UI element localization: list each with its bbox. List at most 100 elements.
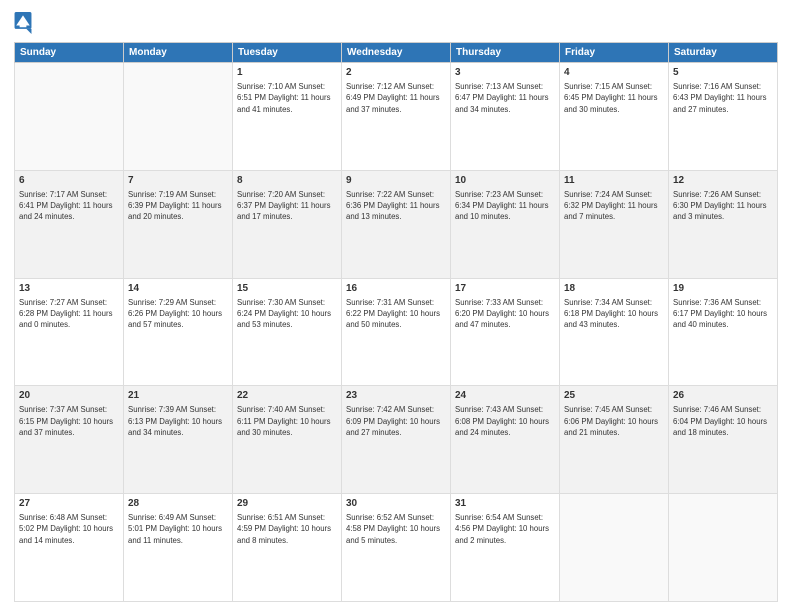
calendar-body: 1Sunrise: 7:10 AM Sunset: 6:51 PM Daylig… [15,63,778,602]
calendar-cell: 8Sunrise: 7:20 AM Sunset: 6:37 PM Daylig… [233,170,342,278]
day-number: 19 [673,282,773,296]
day-number: 21 [128,389,228,403]
day-info: Sunrise: 7:40 AM Sunset: 6:11 PM Dayligh… [237,404,337,438]
calendar-cell [124,63,233,171]
day-info: Sunrise: 7:10 AM Sunset: 6:51 PM Dayligh… [237,81,337,115]
day-info: Sunrise: 7:20 AM Sunset: 6:37 PM Dayligh… [237,189,337,223]
day-info: Sunrise: 6:52 AM Sunset: 4:58 PM Dayligh… [346,512,446,546]
calendar-cell: 15Sunrise: 7:30 AM Sunset: 6:24 PM Dayli… [233,278,342,386]
day-info: Sunrise: 7:30 AM Sunset: 6:24 PM Dayligh… [237,297,337,331]
calendar-cell: 1Sunrise: 7:10 AM Sunset: 6:51 PM Daylig… [233,63,342,171]
calendar-cell: 28Sunrise: 6:49 AM Sunset: 5:01 PM Dayli… [124,494,233,602]
day-info: Sunrise: 7:43 AM Sunset: 6:08 PM Dayligh… [455,404,555,438]
day-info: Sunrise: 7:16 AM Sunset: 6:43 PM Dayligh… [673,81,773,115]
day-info: Sunrise: 6:54 AM Sunset: 4:56 PM Dayligh… [455,512,555,546]
day-info: Sunrise: 7:12 AM Sunset: 6:49 PM Dayligh… [346,81,446,115]
day-number: 16 [346,282,446,296]
day-number: 17 [455,282,555,296]
calendar-cell: 2Sunrise: 7:12 AM Sunset: 6:49 PM Daylig… [342,63,451,171]
day-number: 1 [237,66,337,80]
weekday-header-wednesday: Wednesday [342,43,451,63]
day-info: Sunrise: 7:31 AM Sunset: 6:22 PM Dayligh… [346,297,446,331]
day-info: Sunrise: 7:23 AM Sunset: 6:34 PM Dayligh… [455,189,555,223]
day-number: 27 [19,497,119,511]
calendar-cell: 10Sunrise: 7:23 AM Sunset: 6:34 PM Dayli… [451,170,560,278]
calendar-week-row: 6Sunrise: 7:17 AM Sunset: 6:41 PM Daylig… [15,170,778,278]
day-number: 30 [346,497,446,511]
calendar-cell: 27Sunrise: 6:48 AM Sunset: 5:02 PM Dayli… [15,494,124,602]
day-info: Sunrise: 6:49 AM Sunset: 5:01 PM Dayligh… [128,512,228,546]
header [14,12,778,34]
day-number: 29 [237,497,337,511]
day-number: 13 [19,282,119,296]
weekday-header-friday: Friday [560,43,669,63]
calendar-cell: 11Sunrise: 7:24 AM Sunset: 6:32 PM Dayli… [560,170,669,278]
logo [14,12,34,34]
calendar-cell: 25Sunrise: 7:45 AM Sunset: 6:06 PM Dayli… [560,386,669,494]
weekday-header-monday: Monday [124,43,233,63]
day-number: 2 [346,66,446,80]
calendar-cell: 30Sunrise: 6:52 AM Sunset: 4:58 PM Dayli… [342,494,451,602]
day-number: 22 [237,389,337,403]
calendar-cell: 5Sunrise: 7:16 AM Sunset: 6:43 PM Daylig… [669,63,778,171]
calendar-cell: 24Sunrise: 7:43 AM Sunset: 6:08 PM Dayli… [451,386,560,494]
day-info: Sunrise: 7:37 AM Sunset: 6:15 PM Dayligh… [19,404,119,438]
day-number: 11 [564,174,664,188]
calendar-cell: 6Sunrise: 7:17 AM Sunset: 6:41 PM Daylig… [15,170,124,278]
calendar-cell: 3Sunrise: 7:13 AM Sunset: 6:47 PM Daylig… [451,63,560,171]
calendar-cell: 4Sunrise: 7:15 AM Sunset: 6:45 PM Daylig… [560,63,669,171]
day-number: 10 [455,174,555,188]
day-number: 9 [346,174,446,188]
calendar-cell: 7Sunrise: 7:19 AM Sunset: 6:39 PM Daylig… [124,170,233,278]
day-number: 26 [673,389,773,403]
day-info: Sunrise: 7:24 AM Sunset: 6:32 PM Dayligh… [564,189,664,223]
calendar-week-row: 27Sunrise: 6:48 AM Sunset: 5:02 PM Dayli… [15,494,778,602]
calendar-week-row: 20Sunrise: 7:37 AM Sunset: 6:15 PM Dayli… [15,386,778,494]
calendar-cell: 18Sunrise: 7:34 AM Sunset: 6:18 PM Dayli… [560,278,669,386]
calendar-cell [15,63,124,171]
calendar-week-row: 1Sunrise: 7:10 AM Sunset: 6:51 PM Daylig… [15,63,778,171]
calendar-cell [560,494,669,602]
day-info: Sunrise: 7:15 AM Sunset: 6:45 PM Dayligh… [564,81,664,115]
day-info: Sunrise: 7:33 AM Sunset: 6:20 PM Dayligh… [455,297,555,331]
calendar-cell: 9Sunrise: 7:22 AM Sunset: 6:36 PM Daylig… [342,170,451,278]
day-number: 12 [673,174,773,188]
day-number: 25 [564,389,664,403]
logo-icon [14,12,32,34]
calendar-cell: 19Sunrise: 7:36 AM Sunset: 6:17 PM Dayli… [669,278,778,386]
weekday-header-thursday: Thursday [451,43,560,63]
calendar-week-row: 13Sunrise: 7:27 AM Sunset: 6:28 PM Dayli… [15,278,778,386]
day-number: 8 [237,174,337,188]
day-number: 6 [19,174,119,188]
calendar-cell: 22Sunrise: 7:40 AM Sunset: 6:11 PM Dayli… [233,386,342,494]
day-number: 24 [455,389,555,403]
day-number: 15 [237,282,337,296]
day-number: 23 [346,389,446,403]
weekday-header-saturday: Saturday [669,43,778,63]
calendar-cell [669,494,778,602]
calendar-cell: 29Sunrise: 6:51 AM Sunset: 4:59 PM Dayli… [233,494,342,602]
calendar-cell: 20Sunrise: 7:37 AM Sunset: 6:15 PM Dayli… [15,386,124,494]
day-info: Sunrise: 7:22 AM Sunset: 6:36 PM Dayligh… [346,189,446,223]
calendar-cell: 17Sunrise: 7:33 AM Sunset: 6:20 PM Dayli… [451,278,560,386]
day-info: Sunrise: 7:26 AM Sunset: 6:30 PM Dayligh… [673,189,773,223]
day-info: Sunrise: 7:17 AM Sunset: 6:41 PM Dayligh… [19,189,119,223]
calendar-cell: 12Sunrise: 7:26 AM Sunset: 6:30 PM Dayli… [669,170,778,278]
day-info: Sunrise: 7:42 AM Sunset: 6:09 PM Dayligh… [346,404,446,438]
calendar-cell: 26Sunrise: 7:46 AM Sunset: 6:04 PM Dayli… [669,386,778,494]
day-info: Sunrise: 6:48 AM Sunset: 5:02 PM Dayligh… [19,512,119,546]
calendar-cell: 31Sunrise: 6:54 AM Sunset: 4:56 PM Dayli… [451,494,560,602]
day-info: Sunrise: 7:13 AM Sunset: 6:47 PM Dayligh… [455,81,555,115]
calendar-cell: 14Sunrise: 7:29 AM Sunset: 6:26 PM Dayli… [124,278,233,386]
day-number: 3 [455,66,555,80]
day-info: Sunrise: 7:19 AM Sunset: 6:39 PM Dayligh… [128,189,228,223]
calendar-cell: 13Sunrise: 7:27 AM Sunset: 6:28 PM Dayli… [15,278,124,386]
day-number: 4 [564,66,664,80]
day-number: 28 [128,497,228,511]
day-number: 7 [128,174,228,188]
calendar-cell: 21Sunrise: 7:39 AM Sunset: 6:13 PM Dayli… [124,386,233,494]
calendar-cell: 16Sunrise: 7:31 AM Sunset: 6:22 PM Dayli… [342,278,451,386]
page: SundayMondayTuesdayWednesdayThursdayFrid… [0,0,792,612]
calendar-table: SundayMondayTuesdayWednesdayThursdayFrid… [14,42,778,602]
weekday-header-row: SundayMondayTuesdayWednesdayThursdayFrid… [15,43,778,63]
